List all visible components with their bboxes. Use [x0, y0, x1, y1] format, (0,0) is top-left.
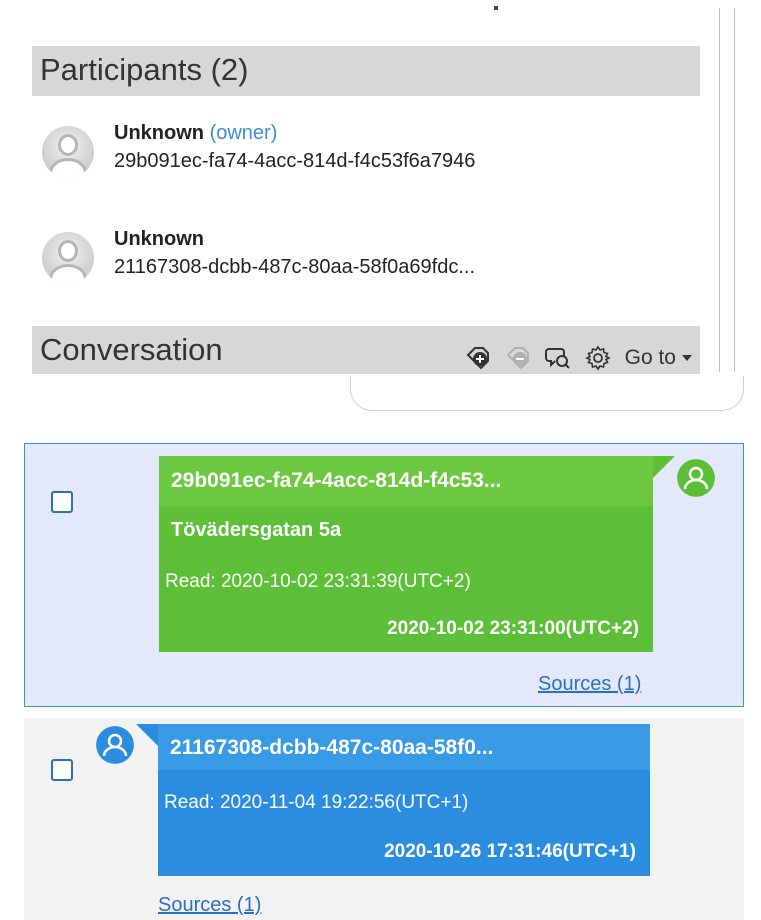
details-panel: Participants (2) Unknown (owner) 29b091e… [0, 0, 761, 380]
message-row[interactable]: 21167308-dcbb-487c-80aa-58f0... Read: 20… [24, 718, 744, 920]
panel-divider [734, 8, 735, 372]
participants-header: Participants (2) [32, 46, 700, 96]
conversation-header-label: Conversation [40, 332, 223, 367]
tag-remove-icon[interactable] [505, 345, 531, 371]
participants-header-label: Participants (2) [40, 52, 249, 87]
tick-mark [494, 6, 498, 10]
participant-name: Unknown (owner) [114, 122, 277, 145]
participant-item[interactable]: Unknown (owner) 29b091ec-fa74-4acc-814d-… [42, 122, 682, 192]
message-timestamp: 2020-10-02 23:31:00(UTC+2) [387, 618, 639, 639]
participant-name-text: Unknown [114, 122, 204, 144]
participant-role: (owner) [209, 122, 278, 144]
bubble-tail [136, 724, 158, 746]
participant-name: Unknown [114, 228, 204, 251]
message-bubble[interactable]: 29b091ec-fa74-4acc-814d-f4c53... Töväder… [159, 456, 675, 652]
avatar-placeholder-icon [42, 126, 94, 178]
conversation-header: Conversation Go to [32, 326, 700, 374]
message-bubble[interactable]: 21167308-dcbb-487c-80aa-58f0... Read: 20… [136, 724, 650, 876]
panel-divider [719, 8, 720, 372]
settings-gear-icon[interactable] [584, 345, 611, 371]
message-read-time: Read: 2020-11-04 19:22:56(UTC+1) [164, 792, 469, 813]
participant-name-text: Unknown [114, 228, 204, 250]
bubble-tail [653, 456, 675, 478]
user-avatar-icon [96, 726, 134, 764]
message-sender: 21167308-dcbb-487c-80aa-58f0... [170, 736, 494, 759]
chat-search-icon[interactable] [544, 345, 571, 371]
conversation-toolbar: Go to [465, 334, 692, 374]
participant-id: 29b091ec-fa74-4acc-814d-f4c53f6a7946 [114, 150, 476, 172]
message-checkbox[interactable] [51, 759, 73, 781]
message-read-time: Read: 2020-10-02 23:31:39(UTC+2) [165, 571, 471, 592]
avatar-placeholder-icon [42, 232, 94, 284]
panel-separator [350, 376, 744, 411]
participant-item[interactable]: Unknown 21167308-dcbb-487c-80aa-58f0a69f… [42, 228, 682, 298]
goto-label: Go to [624, 346, 676, 369]
tag-add-icon[interactable] [465, 345, 491, 371]
sources-link[interactable]: Sources (1) [158, 894, 261, 917]
message-body: Tövädersgatan 5a [171, 519, 342, 541]
sources-link[interactable]: Sources (1) [538, 673, 641, 696]
goto-dropdown[interactable]: Go to [625, 334, 692, 374]
message-checkbox[interactable] [51, 491, 73, 513]
message-sender: 29b091ec-fa74-4acc-814d-f4c53... [171, 469, 502, 492]
participant-id: 21167308-dcbb-487c-80aa-58f0a69fdc... [114, 256, 476, 278]
message-timestamp: 2020-10-26 17:31:46(UTC+1) [384, 841, 636, 862]
user-avatar-icon [677, 459, 715, 497]
message-row[interactable]: 29b091ec-fa74-4acc-814d-f4c53... Töväder… [24, 443, 744, 707]
caret-down-icon [682, 355, 692, 361]
